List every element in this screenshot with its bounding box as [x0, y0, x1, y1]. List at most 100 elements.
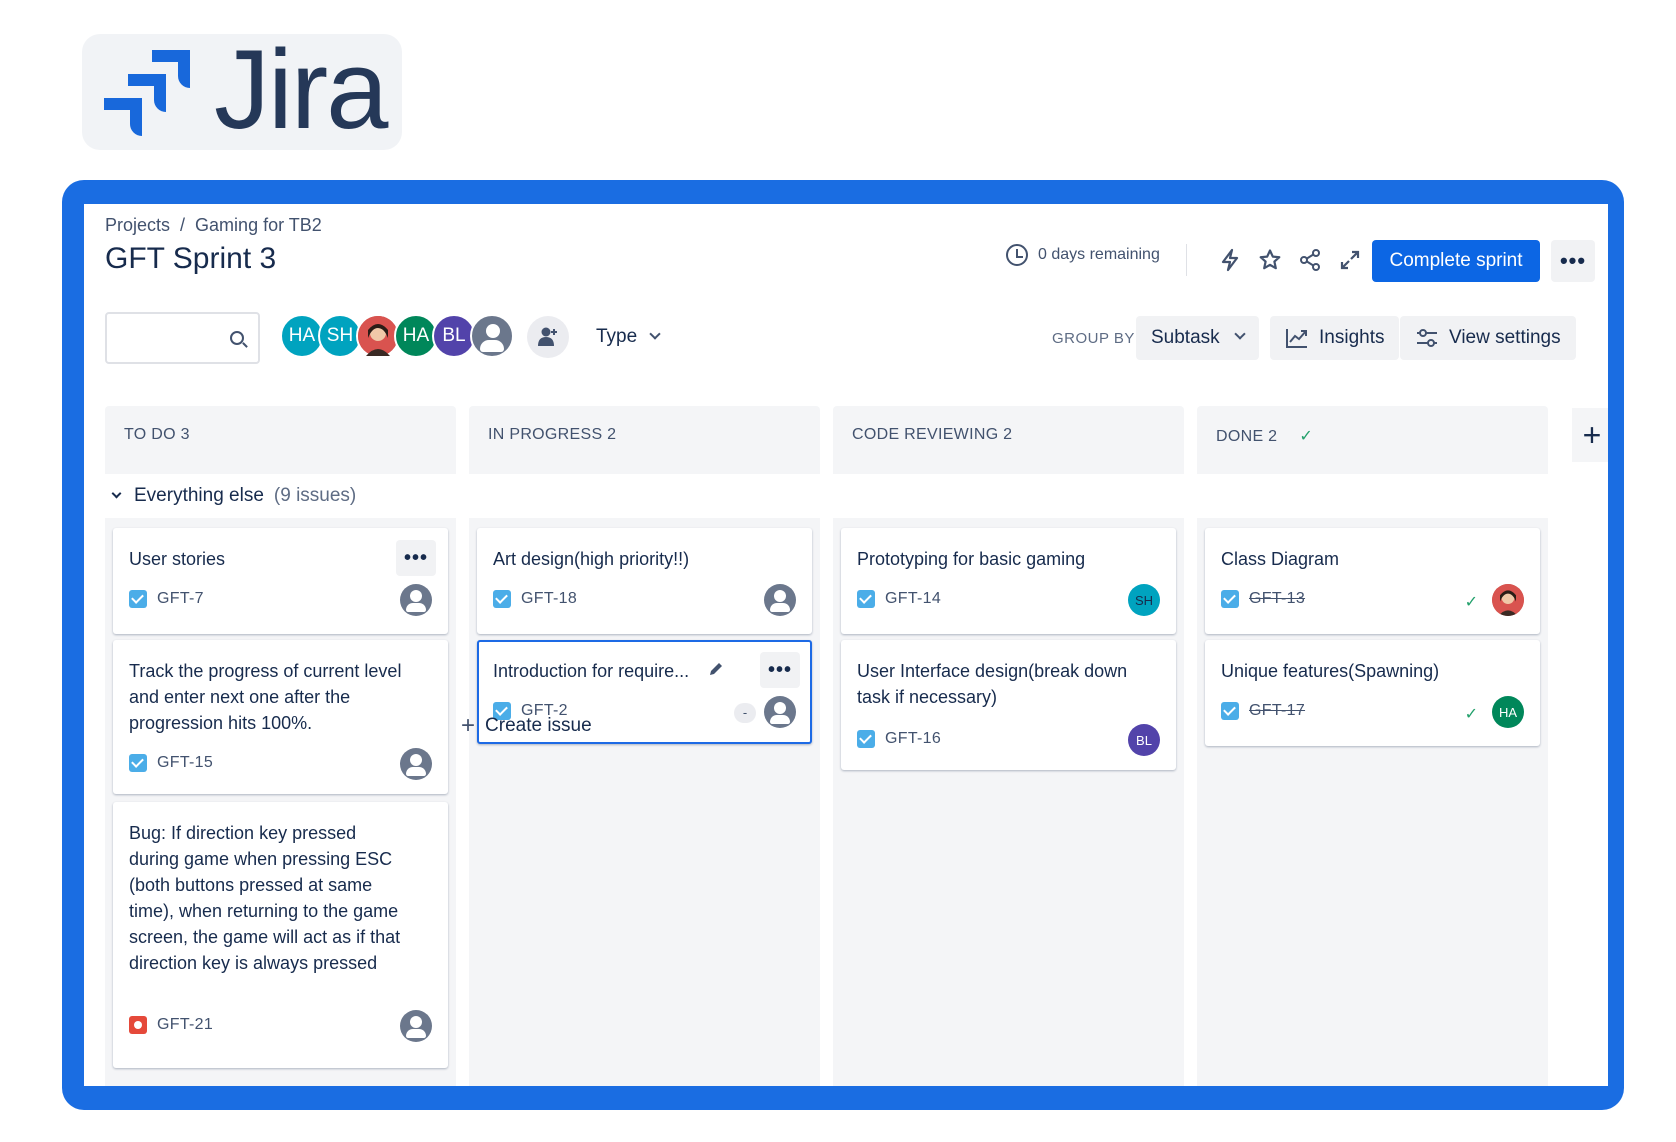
card-key: GFT-16 [857, 730, 941, 748]
story-checkbox-icon [857, 730, 875, 748]
column-header-code-reviewing: CODE REVIEWING 2 [852, 426, 1013, 443]
swimlane-header[interactable]: Everything else (9 issues) [105, 474, 1565, 518]
done-check-icon: ✓ [1464, 594, 1478, 611]
add-column-icon[interactable]: + [1572, 408, 1608, 462]
assignee-avatar-photo[interactable] [1492, 584, 1524, 616]
card-title: Art design(high priority!!) [493, 549, 690, 569]
view-settings-button[interactable]: View settings [1400, 316, 1576, 360]
card-title: User stories [129, 549, 226, 569]
story-checkbox-icon [857, 590, 875, 608]
star-icon[interactable] [1252, 242, 1288, 278]
fullscreen-icon[interactable] [1332, 242, 1368, 278]
bug-icon [129, 1016, 147, 1034]
story-points-badge: - [734, 703, 756, 723]
issue-card-gft-21[interactable]: Bug: If direction key pressed during gam… [113, 802, 448, 1068]
card-title: Track the progress of current level and … [129, 661, 402, 733]
card-key-text: GFT-13 [1249, 590, 1306, 607]
search-input[interactable] [105, 312, 260, 364]
chevron-down-icon [649, 328, 661, 340]
assignee-avatar-ha[interactable]: HA [1492, 696, 1524, 728]
sprint-board: Projects / Gaming for TB2 GFT Sprint 3 0 d… [84, 204, 1608, 1086]
add-people-icon[interactable] [527, 316, 569, 358]
card-title: Bug: If direction key pressed during gam… [129, 823, 401, 973]
issue-card-gft-17[interactable]: Unique features(Spawning) GFT-17 ✓ HA [1205, 640, 1540, 746]
insights-button[interactable]: Insights [1270, 316, 1400, 360]
issue-card-gft-15[interactable]: Track the progress of current level and … [113, 640, 448, 794]
issue-card-gft-13[interactable]: Class Diagram GFT-13 ✓ [1205, 528, 1540, 634]
card-key-text: GFT-7 [157, 590, 204, 607]
page-title: GFT Sprint 3 [105, 242, 277, 275]
insights-chart-icon [1286, 329, 1307, 348]
story-checkbox-icon [493, 590, 511, 608]
chevron-down-icon [111, 488, 122, 498]
jira-logo-icon [104, 50, 190, 136]
card-key: GFT-17 [1221, 702, 1305, 720]
divider [1186, 244, 1187, 276]
complete-sprint-button[interactable]: Complete sprint [1372, 240, 1540, 282]
plus-icon: + [461, 712, 476, 739]
done-check-icon: ✓ [1299, 428, 1314, 445]
card-more-button[interactable]: ••• [760, 652, 800, 688]
column-header-done: DONE 2 ✓ [1216, 426, 1313, 446]
type-filter-label: Type [596, 326, 638, 347]
automation-bolt-icon[interactable] [1212, 242, 1248, 278]
card-key-text: GFT-14 [885, 590, 942, 607]
column-header-in-progress: IN PROGRESS 2 [488, 426, 617, 443]
view-settings-label: View settings [1449, 327, 1561, 348]
column-header-done-label: DONE 2 [1216, 428, 1278, 445]
assignee-avatar-bl[interactable]: BL [1128, 724, 1160, 756]
story-checkbox-icon [1221, 590, 1239, 608]
card-key: GFT-13 [1221, 590, 1305, 608]
more-actions-button[interactable]: ••• [1551, 240, 1595, 282]
card-key-text: GFT-18 [521, 590, 578, 607]
card-key-text: GFT-17 [1249, 702, 1306, 719]
card-title: Unique features(Spawning) [1221, 661, 1440, 681]
done-check-icon: ✓ [1464, 706, 1478, 723]
assignee-avatar[interactable] [400, 584, 432, 616]
chevron-down-icon [1233, 328, 1246, 340]
sliders-icon [1417, 329, 1437, 347]
card-key: GFT-18 [493, 590, 577, 608]
days-remaining-text: 0 days remaining [1038, 246, 1160, 263]
breadcrumb-separator: / [180, 215, 186, 235]
group-by-dropdown[interactable]: Subtask [1136, 316, 1259, 360]
card-title: Class Diagram [1221, 549, 1340, 569]
column-header-todo: TO DO 3 [124, 426, 190, 443]
type-filter[interactable]: Type [596, 326, 661, 348]
breadcrumb-projects[interactable]: Projects [105, 215, 170, 235]
breadcrumb-project[interactable]: Gaming for TB2 [195, 215, 322, 235]
create-issue-label: Create issue [485, 715, 592, 736]
group-by-label: GROUP BY [1052, 330, 1135, 347]
story-checkbox-icon [129, 754, 147, 772]
issue-card-gft-18[interactable]: Art design(high priority!!) GFT-18 [477, 528, 812, 634]
card-key-text: GFT-21 [157, 1016, 214, 1033]
card-key: GFT-7 [129, 590, 204, 608]
card-key-text: GFT-16 [885, 730, 942, 747]
card-key: GFT-14 [857, 590, 941, 608]
card-more-button[interactable]: ••• [396, 540, 436, 576]
share-icon[interactable] [1292, 242, 1328, 278]
clock-icon [1006, 244, 1028, 266]
assignee-avatar[interactable] [400, 748, 432, 780]
assignee-avatar[interactable] [400, 1010, 432, 1042]
assignee-avatar[interactable] [764, 696, 796, 728]
create-issue-button[interactable]: + Create issue [461, 712, 592, 740]
issue-card-gft-14[interactable]: Prototyping for basic gaming GFT-14 SH [841, 528, 1176, 634]
edit-pencil-icon[interactable] [707, 660, 725, 678]
days-remaining: 0 days remaining [1006, 244, 1160, 266]
jira-logo: Jira [82, 30, 402, 150]
issue-card-gft-7[interactable]: User stories ••• GFT-7 [113, 528, 448, 634]
card-key: GFT-15 [129, 754, 213, 772]
story-checkbox-icon [1221, 702, 1239, 720]
card-title: User Interface design(break down task if… [857, 661, 1128, 707]
issue-card-gft-16[interactable]: User Interface design(break down task if… [841, 640, 1176, 770]
card-title: Prototyping for basic gaming [857, 549, 1086, 569]
assignee-avatar-sh[interactable]: SH [1128, 584, 1160, 616]
search-icon [230, 331, 244, 345]
story-checkbox-icon [129, 590, 147, 608]
assignee-avatar[interactable] [764, 584, 796, 616]
breadcrumb: Projects / Gaming for TB2 [105, 215, 322, 236]
card-key: GFT-21 [129, 1016, 213, 1034]
avatar-unassigned[interactable] [470, 314, 514, 358]
group-by-value: Subtask [1151, 327, 1220, 348]
